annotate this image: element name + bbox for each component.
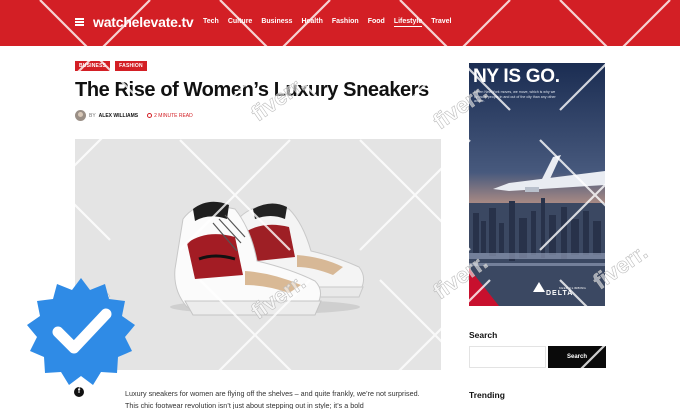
search-input[interactable] [469, 346, 546, 368]
category-badges: BUSINESS FASHION [75, 61, 147, 71]
menu-icon[interactable] [75, 18, 84, 26]
nav-item-travel[interactable]: Travel [431, 18, 451, 27]
search-button[interactable]: Search [548, 346, 606, 368]
facebook-icon[interactable]: f [74, 387, 84, 397]
article-title: The Rise of Women’s Luxury Sneakers [75, 79, 429, 101]
nav-item-business[interactable]: Business [261, 18, 292, 27]
nav-item-tech[interactable]: Tech [203, 18, 219, 27]
main-nav: Tech Culture Business Health Fashion Foo… [203, 18, 460, 27]
clock-icon [147, 113, 153, 118]
search-heading: Search [469, 330, 498, 340]
page: watchelevate.tv Tech Culture Business He… [0, 0, 680, 409]
byline-prefix: BY [89, 112, 96, 119]
author-name[interactable]: ALEX WILLIAMS [99, 113, 138, 119]
verified-badge-icon [27, 278, 135, 385]
nav-item-culture[interactable]: Culture [228, 18, 253, 27]
sidebar-ad[interactable]: NY IS GO. When New York moves, we move, … [469, 63, 605, 306]
site-header: watchelevate.tv Tech Culture Business He… [0, 0, 680, 46]
article-body: Luxury sneakers for women are flying off… [125, 389, 420, 409]
ad-copy: When New York moves, we move, which is w… [474, 90, 556, 104]
site-logo[interactable]: watchelevate.tv [93, 14, 194, 30]
ad-brand-logo: DELTA [546, 290, 574, 297]
article-meta: BY ALEX WILLIAMS 2 MINUTE READ [75, 110, 193, 121]
nav-item-food[interactable]: Food [368, 18, 385, 27]
ad-headline: NY IS GO. [473, 66, 560, 87]
nav-item-fashion[interactable]: Fashion [332, 18, 359, 27]
author-avatar[interactable] [75, 110, 86, 121]
category-badge-business[interactable]: BUSINESS [75, 61, 111, 71]
read-time: 2 MINUTE READ [154, 112, 193, 119]
trending-heading: Trending [469, 390, 505, 400]
nav-item-lifestyle[interactable]: Lifestyle [393, 18, 423, 27]
nav-item-health[interactable]: Health [301, 18, 322, 27]
category-badge-fashion[interactable]: FASHION [115, 61, 147, 71]
